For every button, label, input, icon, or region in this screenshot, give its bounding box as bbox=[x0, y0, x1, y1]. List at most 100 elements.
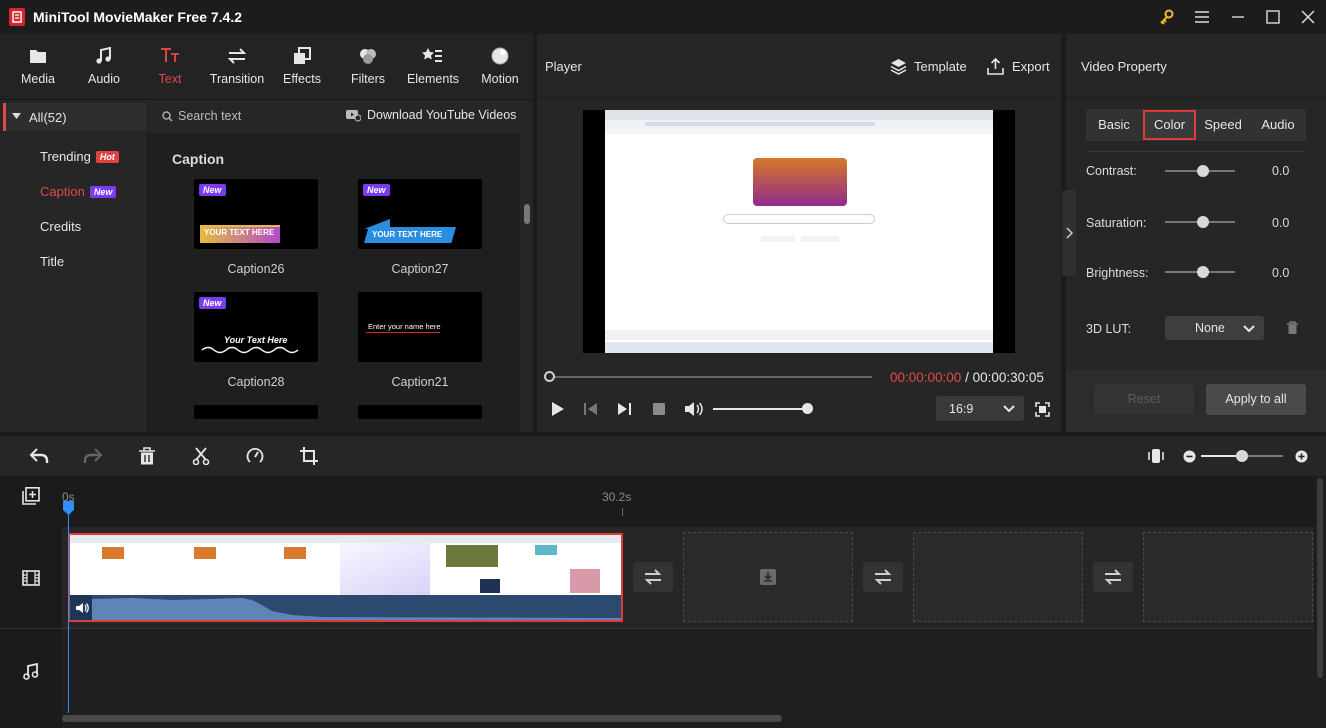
speed-icon[interactable] bbox=[246, 447, 264, 465]
key-icon[interactable] bbox=[1157, 7, 1177, 27]
category-title-label: Title bbox=[40, 254, 65, 269]
caption-name: Caption21 bbox=[391, 375, 449, 389]
caption-preview-text: Your Text Here bbox=[224, 335, 288, 345]
download-youtube-button[interactable]: Download YouTube Videos bbox=[367, 108, 516, 122]
category-all-label: All(52) bbox=[29, 110, 67, 125]
volume-handle[interactable] bbox=[802, 403, 813, 414]
search-input[interactable]: Search text bbox=[178, 109, 241, 123]
crop-icon[interactable] bbox=[300, 447, 318, 465]
transition-slot[interactable] bbox=[633, 562, 673, 592]
export-icon bbox=[987, 58, 1004, 75]
apply-to-all-button[interactable]: Apply to all bbox=[1206, 384, 1306, 415]
split-icon[interactable] bbox=[192, 447, 210, 465]
previous-frame-icon[interactable] bbox=[583, 402, 598, 416]
tool-motion[interactable]: Motion bbox=[469, 42, 531, 92]
sphere-icon bbox=[491, 47, 509, 65]
music-note-icon bbox=[96, 46, 111, 64]
category-credits[interactable]: Credits bbox=[40, 219, 81, 234]
caption-thumbnail[interactable]: Enter your name here bbox=[358, 292, 482, 362]
minimize-icon[interactable] bbox=[1228, 7, 1248, 27]
tab-color[interactable]: Color bbox=[1143, 110, 1196, 140]
empty-clip-slot[interactable] bbox=[913, 532, 1083, 622]
transition-slot[interactable] bbox=[1093, 562, 1133, 592]
tool-audio[interactable]: Audio bbox=[73, 42, 135, 92]
tool-filters[interactable]: Filters bbox=[337, 42, 399, 92]
empty-clip-slot[interactable] bbox=[1143, 532, 1313, 622]
lut-value: None bbox=[1195, 321, 1225, 335]
category-credits-label: Credits bbox=[40, 219, 82, 234]
tool-text[interactable]: Text bbox=[139, 42, 201, 92]
redo-icon[interactable] bbox=[83, 447, 103, 465]
timeline-horizontal-scrollbar[interactable] bbox=[62, 715, 782, 722]
lut-select[interactable]: None bbox=[1165, 316, 1264, 340]
hot-badge: Hot bbox=[95, 151, 119, 163]
playback-progress-handle[interactable] bbox=[544, 371, 555, 382]
contrast-handle[interactable] bbox=[1197, 165, 1209, 177]
timeline-ruler bbox=[0, 476, 1326, 516]
circles-icon bbox=[360, 49, 376, 64]
template-button[interactable]: Template bbox=[914, 59, 967, 74]
menu-icon[interactable] bbox=[1192, 7, 1212, 27]
aspect-ratio-select[interactable]: 16:9 bbox=[936, 396, 1024, 421]
add-track-icon[interactable] bbox=[22, 487, 40, 505]
saturation-handle[interactable] bbox=[1197, 216, 1209, 228]
swap-arrows-icon bbox=[1104, 569, 1122, 585]
trash-icon[interactable] bbox=[1286, 321, 1299, 335]
grid-scrollbar[interactable] bbox=[524, 204, 530, 224]
undo-icon[interactable] bbox=[29, 447, 49, 465]
tool-transition[interactable]: Transition bbox=[202, 42, 272, 92]
ruler-mark-label: 30.2s bbox=[602, 490, 632, 504]
category-caption[interactable]: Caption New bbox=[40, 184, 117, 199]
caption-name: Caption26 bbox=[227, 262, 285, 276]
volume-icon[interactable] bbox=[684, 401, 704, 417]
category-trending[interactable]: Trending Hot bbox=[40, 149, 119, 164]
tool-elements[interactable]: Elements bbox=[402, 42, 464, 92]
playhead-handle[interactable] bbox=[62, 500, 75, 516]
app-title: MiniTool MovieMaker Free 7.4.2 bbox=[33, 9, 243, 25]
video-property-title: Video Property bbox=[1081, 59, 1167, 74]
clip-volume-icon[interactable] bbox=[75, 602, 89, 614]
aspect-ratio-value: 16:9 bbox=[949, 402, 974, 416]
zoom-out-icon[interactable] bbox=[1183, 450, 1196, 463]
tool-transition-label: Transition bbox=[209, 72, 265, 86]
tab-speed[interactable]: Speed bbox=[1198, 110, 1248, 140]
tool-effects[interactable]: Effects bbox=[271, 42, 333, 92]
tab-basic[interactable]: Basic bbox=[1088, 110, 1140, 140]
video-preview[interactable] bbox=[583, 110, 1015, 353]
chevron-right-icon bbox=[1066, 227, 1073, 239]
export-button[interactable]: Export bbox=[1012, 59, 1050, 74]
category-caption-label: Caption bbox=[40, 184, 85, 199]
reset-button[interactable]: Reset bbox=[1094, 384, 1194, 415]
zoom-handle[interactable] bbox=[1236, 450, 1248, 462]
category-all[interactable] bbox=[3, 103, 146, 131]
caption-thumbnail[interactable] bbox=[358, 405, 482, 419]
transition-slot[interactable] bbox=[863, 562, 903, 592]
timeline-vertical-scrollbar[interactable] bbox=[1314, 478, 1326, 713]
brightness-label: Brightness: bbox=[1086, 266, 1149, 280]
caption-thumbnail[interactable] bbox=[194, 405, 318, 419]
delete-icon[interactable] bbox=[138, 447, 156, 465]
tool-media[interactable]: Media bbox=[7, 42, 69, 92]
chevron-down-icon bbox=[1243, 325, 1255, 333]
brightness-handle[interactable] bbox=[1197, 266, 1209, 278]
zoom-in-icon[interactable] bbox=[1295, 450, 1308, 463]
fit-timeline-icon[interactable] bbox=[1148, 447, 1164, 465]
total-time: 00:00:30:05 bbox=[972, 370, 1044, 385]
volume-slider[interactable] bbox=[713, 408, 807, 410]
caption-thumbnail[interactable]: New Your Text Here bbox=[194, 292, 318, 362]
fullscreen-icon[interactable] bbox=[1035, 402, 1050, 417]
category-title[interactable]: Title bbox=[40, 254, 64, 269]
play-icon[interactable] bbox=[549, 401, 565, 417]
close-icon[interactable] bbox=[1298, 7, 1318, 27]
playback-progress-track[interactable] bbox=[549, 376, 872, 378]
collapse-panel-handle[interactable] bbox=[1062, 190, 1076, 276]
empty-clip-slot[interactable] bbox=[683, 532, 853, 622]
caption-thumbnail[interactable]: New YOUR TEXT HERE bbox=[358, 179, 482, 249]
tab-audio[interactable]: Audio bbox=[1252, 110, 1304, 140]
caption-thumbnail[interactable]: New YOUR TEXT HERE bbox=[194, 179, 318, 249]
caption-name: Caption28 bbox=[227, 375, 285, 389]
stop-icon[interactable] bbox=[653, 403, 665, 415]
video-clip[interactable] bbox=[68, 533, 623, 622]
maximize-icon[interactable] bbox=[1263, 7, 1283, 27]
next-frame-icon[interactable] bbox=[617, 402, 632, 416]
